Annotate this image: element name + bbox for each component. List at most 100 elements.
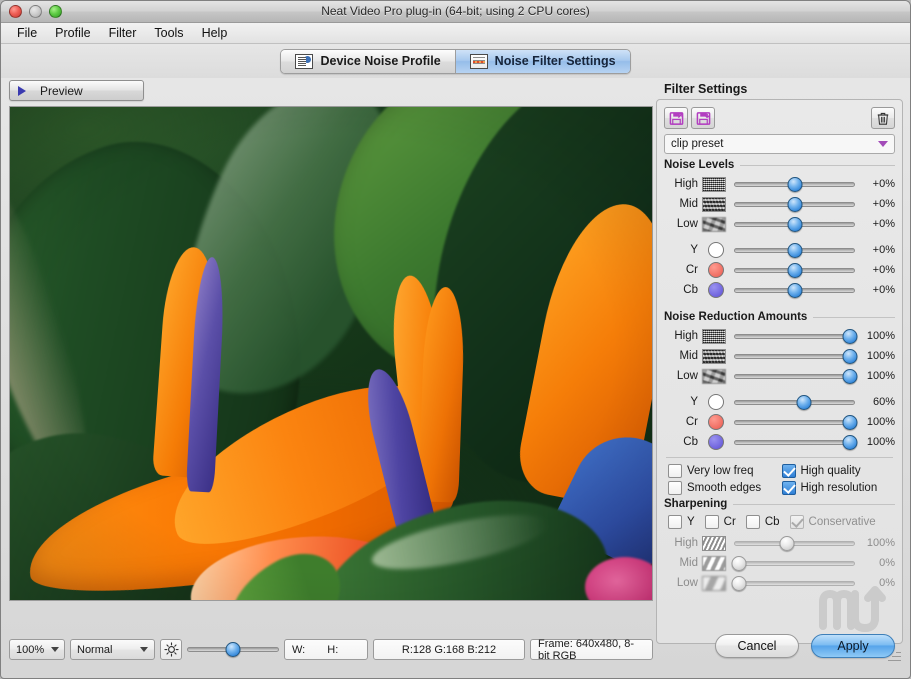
checkbox-sharpen-y[interactable]: Y [668, 515, 695, 529]
noise-reduction-y-slider[interactable] [734, 394, 855, 410]
noise-level-cr-slider[interactable] [734, 262, 855, 278]
row-label: Low [676, 577, 698, 589]
delete-preset-button[interactable] [871, 107, 895, 129]
row-label: Cb [683, 284, 698, 296]
cancel-button[interactable]: Cancel [715, 634, 799, 658]
save-preset-icon [696, 111, 710, 125]
menu-profile[interactable]: Profile [47, 25, 98, 41]
checkbox-high-resolution[interactable]: High resolution [781, 481, 896, 495]
checkbox-label: Y [687, 516, 695, 528]
dimensions-readout: W: H: [284, 639, 368, 660]
checkbox-label: High quality [800, 465, 861, 477]
frame-info: Frame: 640x480, 8-bit RGB [530, 638, 653, 662]
slider-knob[interactable] [842, 328, 858, 344]
checkbox-box[interactable] [781, 481, 796, 495]
filter-settings-box: clip preset Noise Levels High +0% Mid +0… [656, 99, 903, 644]
save-preset-button[interactable] [691, 107, 715, 129]
checkbox-box[interactable] [745, 515, 760, 529]
noise-level-y-slider[interactable] [734, 242, 855, 258]
noise-reduction-cr-slider[interactable] [734, 414, 858, 430]
checkbox-sharpen-cr[interactable]: Cr [704, 515, 736, 529]
noise-reduction-mid-slider[interactable] [734, 348, 858, 364]
preset-dropdown[interactable]: clip preset [664, 134, 895, 154]
menu-filter[interactable]: Filter [101, 25, 145, 41]
menu-help[interactable]: Help [194, 25, 236, 41]
row-label: High [674, 178, 698, 190]
tab-noise-filter-settings-label: Noise Filter Settings [494, 54, 616, 68]
noise-reduction-high-slider[interactable] [734, 328, 858, 344]
checkbox-smooth-edges[interactable]: Smooth edges [668, 481, 782, 495]
noise-level-cb-slider[interactable] [734, 282, 855, 298]
rgb-readout: R:128 G:168 B:212 [373, 639, 525, 660]
checkbox-high-quality[interactable]: High quality [781, 464, 896, 478]
checkbox-box[interactable] [668, 515, 682, 529]
resize-grip[interactable] [887, 648, 901, 662]
apply-button-label: Apply [837, 639, 869, 653]
width-label: W: [292, 643, 306, 656]
channel-y-dot-icon [708, 394, 724, 410]
brightness-button[interactable] [160, 639, 182, 660]
slider-knob[interactable] [787, 196, 802, 212]
view-mode-value: Normal [77, 643, 113, 656]
checkbox-box[interactable] [668, 481, 682, 495]
apply-button[interactable]: Apply [811, 634, 895, 658]
sharpening-row-high: High 100% [664, 533, 895, 553]
slider-knob[interactable] [842, 414, 858, 430]
preview-button-label: Preview [40, 83, 83, 98]
checkbox-box[interactable] [704, 515, 719, 529]
checkbox-sharpen-cb[interactable]: Cb [745, 515, 780, 529]
checkbox-box[interactable] [668, 464, 682, 478]
slider-knob[interactable] [787, 282, 802, 298]
slider-knob[interactable] [796, 394, 812, 410]
slider-knob[interactable] [787, 242, 802, 258]
tab-device-noise-profile-label: Device Noise Profile [320, 54, 441, 68]
noise-level-row-y: Y +0% [664, 240, 895, 260]
preview-button[interactable]: Preview [9, 80, 144, 101]
slider-knob[interactable] [787, 262, 802, 278]
row-label: Mid [679, 198, 698, 210]
preview-image-frame[interactable] [9, 106, 653, 601]
noise-reduction-cb-slider[interactable] [734, 434, 858, 450]
tab-device-noise-profile[interactable]: Device Noise Profile [281, 49, 455, 73]
menu-file[interactable]: File [9, 25, 45, 41]
noise-level-row-mid: Mid +0% [664, 194, 895, 214]
noise-level-high-slider[interactable] [734, 176, 855, 192]
noise-level-low-slider[interactable] [734, 216, 855, 232]
noise-levels-heading-label: Noise Levels [664, 159, 735, 171]
noise-high-pattern-icon [702, 176, 726, 192]
noise-level-mid-slider[interactable] [734, 196, 855, 212]
filter-settings-icon [469, 53, 488, 69]
menu-tools[interactable]: Tools [146, 25, 191, 41]
row-label: Low [676, 370, 698, 382]
checkbox-label: Cb [764, 516, 780, 528]
channel-cb-dot-icon [708, 434, 724, 450]
noise-reduction-low-slider[interactable] [734, 368, 858, 384]
slider-knob[interactable] [842, 368, 858, 384]
filter-options: Very low freq High quality Smooth edges … [668, 464, 895, 495]
zoom-level-dropdown[interactable]: 100% [9, 639, 65, 660]
row-label: Mid [679, 557, 698, 569]
brightness-slider-knob[interactable] [225, 642, 241, 657]
checkbox-very-low-freq[interactable]: Very low freq [668, 464, 782, 478]
checkbox-box[interactable] [781, 464, 796, 478]
checkbox-label: Very low freq [687, 465, 754, 477]
slider-knob[interactable] [842, 434, 858, 450]
slider-track [734, 353, 855, 359]
channel-cr-dot-icon [708, 414, 724, 430]
preset-toolbar [664, 106, 895, 130]
tab-noise-filter-settings[interactable]: Noise Filter Settings [454, 49, 630, 73]
tab-bar: Device Noise Profile Noise Filter Settin… [1, 44, 910, 78]
noise-reduction-heading-label: Noise Reduction Amounts [664, 311, 808, 323]
menu-bar: File Profile Filter Tools Help [1, 23, 910, 44]
view-mode-dropdown[interactable]: Normal [70, 639, 155, 660]
checkbox-conservative: Conservative [789, 515, 876, 529]
load-preset-button[interactable] [664, 107, 688, 129]
slider-knob[interactable] [787, 176, 802, 192]
slider-knob[interactable] [842, 348, 858, 364]
slider-knob[interactable] [787, 216, 802, 232]
checkbox-label: Cr [723, 516, 736, 528]
brightness-slider[interactable] [187, 642, 279, 658]
row-label: Cr [685, 264, 698, 276]
sharpen-high-pattern-icon [702, 535, 726, 551]
trash-icon [877, 112, 889, 125]
